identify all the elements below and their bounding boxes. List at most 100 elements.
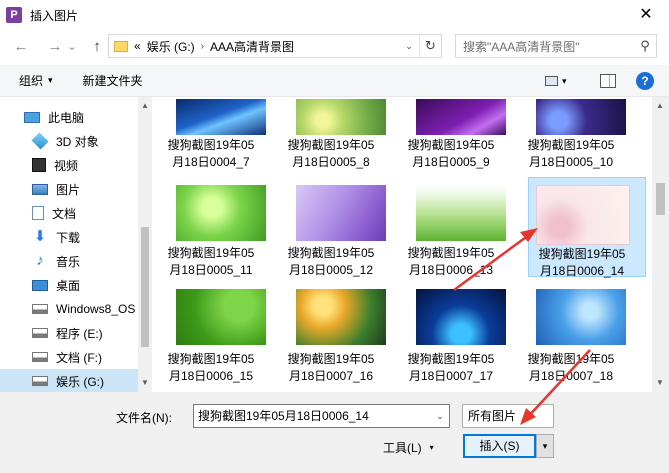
powerpoint-app-icon: P — [6, 7, 22, 23]
sidebar-item-downloads[interactable]: ⬇ 下载 — [0, 225, 140, 249]
thumbnail-image — [536, 99, 626, 135]
tools-button[interactable]: 工具(L) ▾ — [383, 439, 434, 456]
chevron-down-icon[interactable]: ⌄ — [431, 405, 449, 427]
file-grid: 搜狗截图19年05 月18日0004_7 搜狗截图19年05 月18日0005_8 … — [152, 97, 652, 392]
close-button[interactable]: ✕ — [623, 0, 669, 30]
file-name: 搜狗截图19年05 月18日0005_12 — [287, 246, 375, 277]
sidebar-item-desktop[interactable]: 桌面 — [0, 273, 140, 297]
breadcrumb-folder[interactable]: AAA高清背景图 — [210, 38, 294, 55]
sidebar-item-documents[interactable]: 文档 — [0, 201, 140, 225]
thumbnail-image — [176, 99, 266, 135]
sidebar-item-this-pc[interactable]: 此电脑 — [0, 105, 140, 129]
file-item[interactable]: 搜狗截图19年05 月18日0004_7 — [152, 97, 270, 169]
sidebar-item-label: 下载 — [56, 230, 81, 245]
chevron-down-icon: ▾ — [562, 75, 567, 86]
thumbnail-image — [296, 99, 386, 135]
file-name: 搜狗截图19年05 月18日0006_15 — [167, 352, 255, 383]
search-placeholder: 搜索"AAA高清背景图" — [463, 39, 580, 54]
help-icon[interactable]: ? — [636, 72, 654, 90]
scroll-down-icon[interactable]: ▼ — [138, 376, 152, 390]
file-item[interactable]: 搜狗截图19年05 月18日0005_8 — [272, 97, 390, 169]
insert-options-dropdown[interactable]: ▾ — [536, 434, 554, 458]
thumbnail-image — [536, 185, 630, 245]
thumbnail-image — [296, 289, 386, 345]
file-name: 搜狗截图19年05 月18日0005_8 — [287, 138, 375, 169]
scroll-up-icon[interactable]: ▲ — [138, 99, 152, 113]
drive-icon — [32, 376, 48, 386]
insert-button[interactable]: 插入(S) — [463, 434, 536, 458]
scroll-down-icon[interactable]: ▼ — [653, 376, 667, 390]
navigation-bar: ← → ⌄ ↑ « 娱乐 (G:) › AAA高清背景图 ⌄ ↻ 搜索"AAA高… — [0, 32, 669, 62]
up-button[interactable]: ↑ — [86, 36, 108, 58]
sidebar-item-drive-e[interactable]: 程序 (E:) — [0, 321, 140, 345]
view-icon — [545, 76, 558, 86]
breadcrumb-chevron-icon[interactable]: › — [201, 41, 204, 52]
search-input[interactable]: 搜索"AAA高清背景图" ⚲ — [455, 34, 657, 58]
search-icon[interactable]: ⚲ — [634, 38, 656, 54]
file-name: 搜狗截图19年05 月18日0005_10 — [527, 138, 615, 169]
sidebar-item-label: 桌面 — [56, 278, 81, 293]
thumbnail-image — [416, 99, 506, 135]
breadcrumb-drive[interactable]: 娱乐 (G:) — [147, 38, 195, 55]
forward-button[interactable]: → — [44, 36, 66, 58]
refresh-icon[interactable]: ↻ — [419, 35, 441, 57]
computer-icon — [24, 111, 40, 123]
recent-locations-button[interactable]: ⌄ — [66, 36, 78, 58]
organize-button[interactable]: 组织 ▾ — [19, 72, 53, 89]
file-item[interactable]: 搜狗截图19年05 月18日0005_11 — [152, 177, 270, 277]
file-item[interactable]: 搜狗截图19年05 月18日0005_9 — [392, 97, 510, 169]
sidebar-item-drive-g[interactable]: 娱乐 (G:) — [0, 369, 140, 392]
file-item[interactable]: 搜狗截图19年05 月18日0007_17 — [392, 283, 510, 383]
file-item[interactable]: 搜狗截图19年05 月18日0006_13 — [392, 177, 510, 277]
file-name: 搜狗截图19年05 月18日0007_18 — [527, 352, 615, 383]
scroll-thumb[interactable] — [656, 183, 665, 215]
thumbnail-image — [536, 289, 626, 345]
address-bar[interactable]: « 娱乐 (G:) › AAA高清背景图 ⌄ ↻ — [108, 34, 442, 58]
file-item[interactable]: 搜狗截图19年05 月18日0005_10 — [512, 97, 630, 169]
sidebar-item-3d-objects[interactable]: 3D 对象 — [0, 129, 140, 153]
sidebar-item-windows8-os[interactable]: Windows8_OS — [0, 297, 140, 321]
sidebar-item-label: 3D 对象 — [56, 134, 99, 149]
filename-input[interactable]: 搜狗截图19年05月18日0006_14 ⌄ — [193, 404, 450, 428]
sidebar-item-label: Windows8_OS — [56, 302, 136, 316]
thumbnail-image — [176, 289, 266, 345]
file-item[interactable]: 搜狗截图19年05 月18日0007_18 — [512, 283, 630, 383]
file-item[interactable]: 搜狗截图19年05 月18日0007_16 — [272, 283, 390, 383]
file-item[interactable]: 搜狗截图19年05 月18日0006_15 — [152, 283, 270, 383]
thumbnail-image — [416, 185, 506, 241]
file-name: 搜狗截图19年05 月18日0006_13 — [407, 246, 495, 277]
title-bar: P 插入图片 ✕ — [0, 0, 669, 30]
sidebar-item-label: 图片 — [56, 182, 81, 197]
documents-icon — [32, 206, 44, 220]
file-name: 搜狗截图19年05 月18日0005_9 — [407, 138, 495, 169]
sidebar-item-drive-f[interactable]: 文档 (F:) — [0, 345, 140, 369]
thumbnail-image — [296, 185, 386, 241]
chevron-down-icon: ▾ — [48, 75, 53, 85]
file-name: 搜狗截图19年05 月18日0006_14 — [538, 247, 626, 278]
sidebar-item-label: 程序 (E:) — [56, 326, 103, 341]
tools-label: 工具(L) — [383, 441, 422, 455]
file-item-selected[interactable]: 搜狗截图19年05 月18日0006_14 — [528, 177, 646, 278]
sidebar-item-label: 文档 — [52, 206, 77, 221]
file-item[interactable]: 搜狗截图19年05 月18日0005_12 — [272, 177, 390, 277]
navigation-pane: 此电脑 3D 对象 视频 图片 文档 ⬇ 下载 ♪ 音乐 桌面 Windows8… — [0, 97, 152, 392]
desktop-icon — [32, 279, 48, 291]
chevron-down-icon: ▾ — [429, 443, 434, 452]
drive-icon — [32, 304, 48, 314]
address-dropdown-icon[interactable]: ⌄ — [401, 35, 417, 57]
sidebar-item-videos[interactable]: 视频 — [0, 153, 140, 177]
drive-icon — [32, 352, 48, 362]
file-type-filter[interactable]: 所有图片 — [462, 404, 554, 428]
file-grid-scrollbar[interactable]: ▲ ▼ — [652, 97, 669, 392]
sidebar-scrollbar[interactable]: ▲ ▼ — [138, 97, 152, 392]
address-overflow[interactable]: « — [134, 39, 141, 53]
sidebar-item-music[interactable]: ♪ 音乐 — [0, 249, 140, 273]
new-folder-button[interactable]: 新建文件夹 — [83, 72, 143, 89]
back-button[interactable]: ← — [10, 36, 32, 58]
scroll-thumb[interactable] — [141, 227, 149, 347]
change-view-button[interactable]: ▾ — [545, 71, 575, 91]
sidebar-item-pictures[interactable]: 图片 — [0, 177, 140, 201]
scroll-up-icon[interactable]: ▲ — [653, 99, 667, 113]
thumbnail-image — [176, 185, 266, 241]
preview-pane-icon[interactable] — [600, 74, 616, 88]
